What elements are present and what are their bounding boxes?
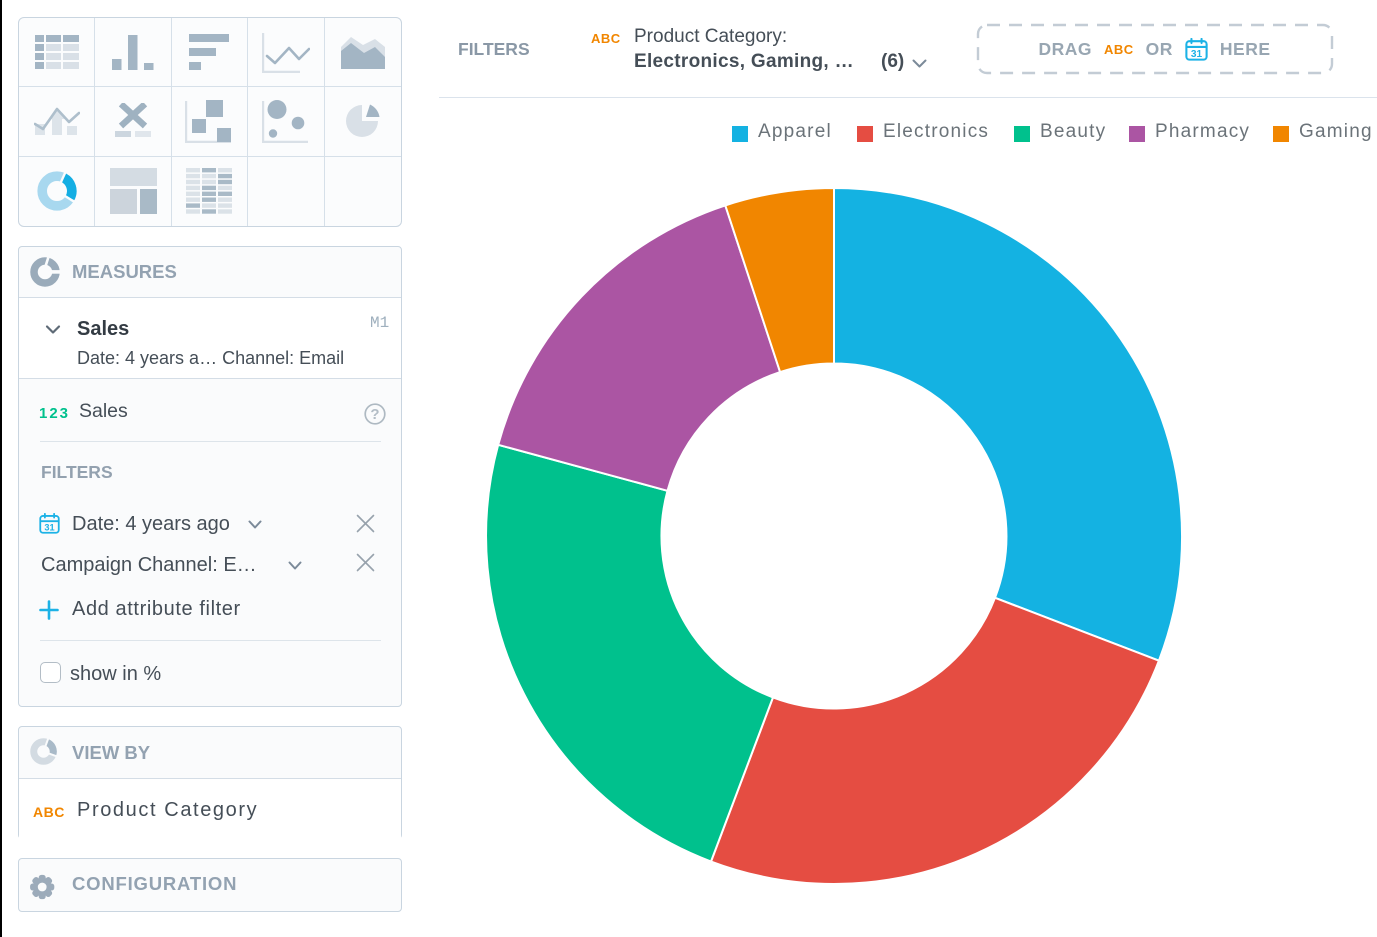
svg-text:?: ? — [370, 406, 379, 423]
svg-text:31: 31 — [44, 522, 54, 532]
svg-text:31: 31 — [1191, 49, 1203, 60]
